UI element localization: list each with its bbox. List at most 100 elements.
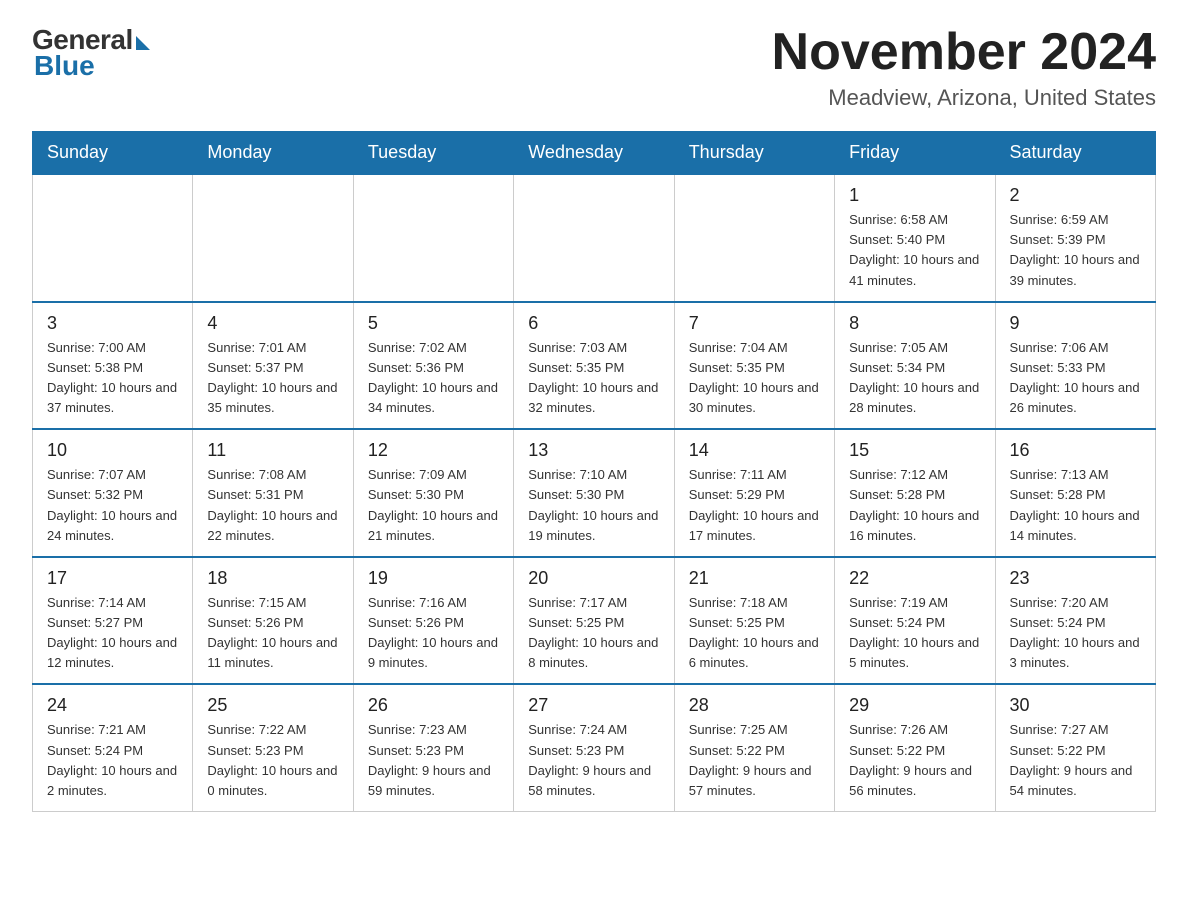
day-number: 15 [849,440,980,461]
calendar-cell: 1 Sunrise: 6:58 AM Sunset: 5:40 PM Daylig… [835,174,995,302]
calendar-cell [514,174,674,302]
day-info: Sunrise: 7:11 AM Sunset: 5:29 PM Dayligh… [689,465,820,546]
day-number: 30 [1010,695,1141,716]
day-info: Sunrise: 7:23 AM Sunset: 5:23 PM Dayligh… [368,720,499,801]
logo-blue-text: Blue [34,50,95,82]
day-number: 12 [368,440,499,461]
calendar-cell: 19Sunrise: 7:16 AM Sunset: 5:26 PM Dayli… [353,557,513,685]
day-number: 13 [528,440,659,461]
calendar-week-row: 1 Sunrise: 6:58 AM Sunset: 5:40 PM Daylig… [33,174,1156,302]
day-info: Sunrise: 7:08 AM Sunset: 5:31 PM Dayligh… [207,465,338,546]
calendar-cell: 15 Sunrise: 7:12 AM Sunset: 5:28 PM Dayli… [835,429,995,557]
calendar-week-row: 10 Sunrise: 7:07 AM Sunset: 5:32 PM Dayli… [33,429,1156,557]
column-header-thursday: Thursday [674,132,834,175]
day-number: 29 [849,695,980,716]
day-number: 7 [689,313,820,334]
calendar-cell: 2 Sunrise: 6:59 AM Sunset: 5:39 PM Daylig… [995,174,1155,302]
calendar-cell [353,174,513,302]
day-number: 17 [47,568,178,589]
day-number: 20 [528,568,659,589]
day-info: Sunrise: 7:25 AM Sunset: 5:22 PM Dayligh… [689,720,820,801]
calendar-cell: 21 Sunrise: 7:18 AM Sunset: 5:25 PM Dayli… [674,557,834,685]
day-info: Sunrise: 7:14 AM Sunset: 5:27 PM Dayligh… [47,593,178,674]
day-info: Sunrise: 7:24 AM Sunset: 5:23 PM Dayligh… [528,720,659,801]
day-number: 27 [528,695,659,716]
day-info: Sunrise: 7:21 AM Sunset: 5:24 PM Dayligh… [47,720,178,801]
day-info: Sunrise: 7:22 AM Sunset: 5:23 PM Dayligh… [207,720,338,801]
calendar-week-row: 24 Sunrise: 7:21 AM Sunset: 5:24 PM Dayli… [33,684,1156,811]
day-info: Sunrise: 7:00 AM Sunset: 5:38 PM Dayligh… [47,338,178,419]
day-number: 14 [689,440,820,461]
day-info: Sunrise: 7:27 AM Sunset: 5:22 PM Dayligh… [1010,720,1141,801]
calendar-cell: 23 Sunrise: 7:20 AM Sunset: 5:24 PM Dayli… [995,557,1155,685]
day-number: 4 [207,313,338,334]
day-info: Sunrise: 7:01 AM Sunset: 5:37 PM Dayligh… [207,338,338,419]
day-info: Sunrise: 7:18 AM Sunset: 5:25 PM Dayligh… [689,593,820,674]
calendar-cell: 28 Sunrise: 7:25 AM Sunset: 5:22 PM Dayli… [674,684,834,811]
day-number: 11 [207,440,338,461]
calendar-cell [193,174,353,302]
day-number: 16 [1010,440,1141,461]
day-number: 21 [689,568,820,589]
calendar-cell: 16 Sunrise: 7:13 AM Sunset: 5:28 PM Dayli… [995,429,1155,557]
calendar-cell: 6 Sunrise: 7:03 AM Sunset: 5:35 PM Daylig… [514,302,674,430]
calendar-cell: 27 Sunrise: 7:24 AM Sunset: 5:23 PM Dayli… [514,684,674,811]
day-number: 24 [47,695,178,716]
day-info: Sunrise: 7:07 AM Sunset: 5:32 PM Dayligh… [47,465,178,546]
calendar-cell: 26 Sunrise: 7:23 AM Sunset: 5:23 PM Dayli… [353,684,513,811]
calendar-cell: 9Sunrise: 7:06 AM Sunset: 5:33 PM Daylig… [995,302,1155,430]
calendar-cell: 11 Sunrise: 7:08 AM Sunset: 5:31 PM Dayli… [193,429,353,557]
calendar-cell [33,174,193,302]
day-number: 2 [1010,185,1141,206]
day-number: 10 [47,440,178,461]
day-number: 3 [47,313,178,334]
day-info: Sunrise: 7:20 AM Sunset: 5:24 PM Dayligh… [1010,593,1141,674]
logo: General Blue [32,24,150,82]
day-info: Sunrise: 6:58 AM Sunset: 5:40 PM Dayligh… [849,210,980,291]
day-info: Sunrise: 7:17 AM Sunset: 5:25 PM Dayligh… [528,593,659,674]
day-number: 8 [849,313,980,334]
column-header-friday: Friday [835,132,995,175]
title-area: November 2024 Meadview, Arizona, United … [772,24,1156,111]
logo-arrow-icon [136,36,150,50]
column-header-sunday: Sunday [33,132,193,175]
day-info: Sunrise: 7:13 AM Sunset: 5:28 PM Dayligh… [1010,465,1141,546]
column-header-saturday: Saturday [995,132,1155,175]
calendar-cell: 17 Sunrise: 7:14 AM Sunset: 5:27 PM Dayli… [33,557,193,685]
calendar-header-row: SundayMondayTuesdayWednesdayThursdayFrid… [33,132,1156,175]
calendar-cell: 25 Sunrise: 7:22 AM Sunset: 5:23 PM Dayli… [193,684,353,811]
column-header-wednesday: Wednesday [514,132,674,175]
calendar-cell: 13Sunrise: 7:10 AM Sunset: 5:30 PM Dayli… [514,429,674,557]
calendar-cell: 10 Sunrise: 7:07 AM Sunset: 5:32 PM Dayli… [33,429,193,557]
month-title: November 2024 [772,24,1156,81]
day-info: Sunrise: 7:12 AM Sunset: 5:28 PM Dayligh… [849,465,980,546]
day-info: Sunrise: 7:19 AM Sunset: 5:24 PM Dayligh… [849,593,980,674]
calendar-cell [674,174,834,302]
calendar-cell: 7 Sunrise: 7:04 AM Sunset: 5:35 PM Daylig… [674,302,834,430]
day-info: Sunrise: 7:02 AM Sunset: 5:36 PM Dayligh… [368,338,499,419]
calendar-cell: 4 Sunrise: 7:01 AM Sunset: 5:37 PM Daylig… [193,302,353,430]
day-number: 23 [1010,568,1141,589]
day-number: 9 [1010,313,1141,334]
calendar-cell: 24 Sunrise: 7:21 AM Sunset: 5:24 PM Dayli… [33,684,193,811]
day-number: 28 [689,695,820,716]
calendar-cell: 5Sunrise: 7:02 AM Sunset: 5:36 PM Daylig… [353,302,513,430]
day-info: Sunrise: 7:26 AM Sunset: 5:22 PM Dayligh… [849,720,980,801]
day-info: Sunrise: 7:03 AM Sunset: 5:35 PM Dayligh… [528,338,659,419]
day-number: 6 [528,313,659,334]
day-number: 26 [368,695,499,716]
day-info: Sunrise: 7:04 AM Sunset: 5:35 PM Dayligh… [689,338,820,419]
calendar-cell: 12Sunrise: 7:09 AM Sunset: 5:30 PM Dayli… [353,429,513,557]
page-header: General Blue November 2024 Meadview, Ari… [32,24,1156,111]
calendar-table: SundayMondayTuesdayWednesdayThursdayFrid… [32,131,1156,812]
day-number: 25 [207,695,338,716]
day-info: Sunrise: 6:59 AM Sunset: 5:39 PM Dayligh… [1010,210,1141,291]
calendar-cell: 22 Sunrise: 7:19 AM Sunset: 5:24 PM Dayli… [835,557,995,685]
day-number: 1 [849,185,980,206]
day-number: 18 [207,568,338,589]
day-info: Sunrise: 7:16 AM Sunset: 5:26 PM Dayligh… [368,593,499,674]
day-number: 22 [849,568,980,589]
day-info: Sunrise: 7:15 AM Sunset: 5:26 PM Dayligh… [207,593,338,674]
calendar-cell: 18 Sunrise: 7:15 AM Sunset: 5:26 PM Dayli… [193,557,353,685]
calendar-cell: 14 Sunrise: 7:11 AM Sunset: 5:29 PM Dayli… [674,429,834,557]
